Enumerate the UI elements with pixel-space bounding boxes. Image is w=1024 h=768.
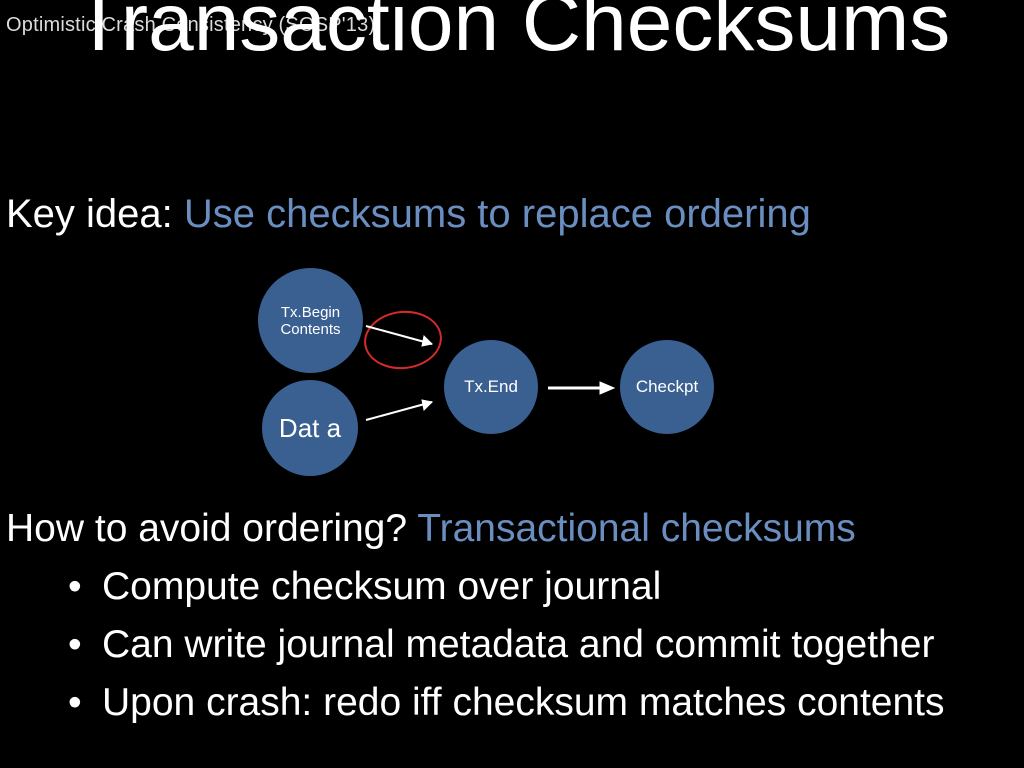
node-txend-label: Tx.End [464,377,518,397]
key-idea-line: Key idea: Use checksums to replace order… [6,192,811,237]
list-item: Can write journal metadata and commit to… [102,616,945,674]
key-idea-prefix: Key idea: [6,192,184,236]
howto-block: How to avoid ordering? Transactional che… [6,500,945,732]
node-data-label: Dat a [279,414,341,442]
node-txend: Tx.End [444,340,538,434]
howto-bullets: Compute checksum over journal Can write … [6,558,945,732]
list-item: Upon crash: redo iff checksum matches co… [102,674,945,732]
node-txbegin: Tx.Begin Contents [258,268,363,373]
arrow-data-to-txend-icon [362,396,444,426]
howto-highlight: Transactional checksums [417,507,856,550]
arrow-txend-to-checkpt-icon [546,380,616,396]
diagram: Tx.Begin Contents Dat a Tx.End Checkpt [240,268,800,488]
list-item: Compute checksum over journal [102,558,945,616]
howto-question: How to avoid ordering? [6,507,417,550]
node-checkpt: Checkpt [620,340,714,434]
howto-line: How to avoid ordering? Transactional che… [6,500,945,558]
node-txbegin-label: Tx.Begin Contents [258,304,363,338]
node-data: Dat a [262,380,358,476]
key-idea-highlight: Use checksums to replace ordering [184,192,811,236]
arrow-txbegin-to-txend-icon [362,322,444,352]
slide-title: Transaction Checksums [0,0,1024,68]
node-checkpt-label: Checkpt [636,377,698,397]
